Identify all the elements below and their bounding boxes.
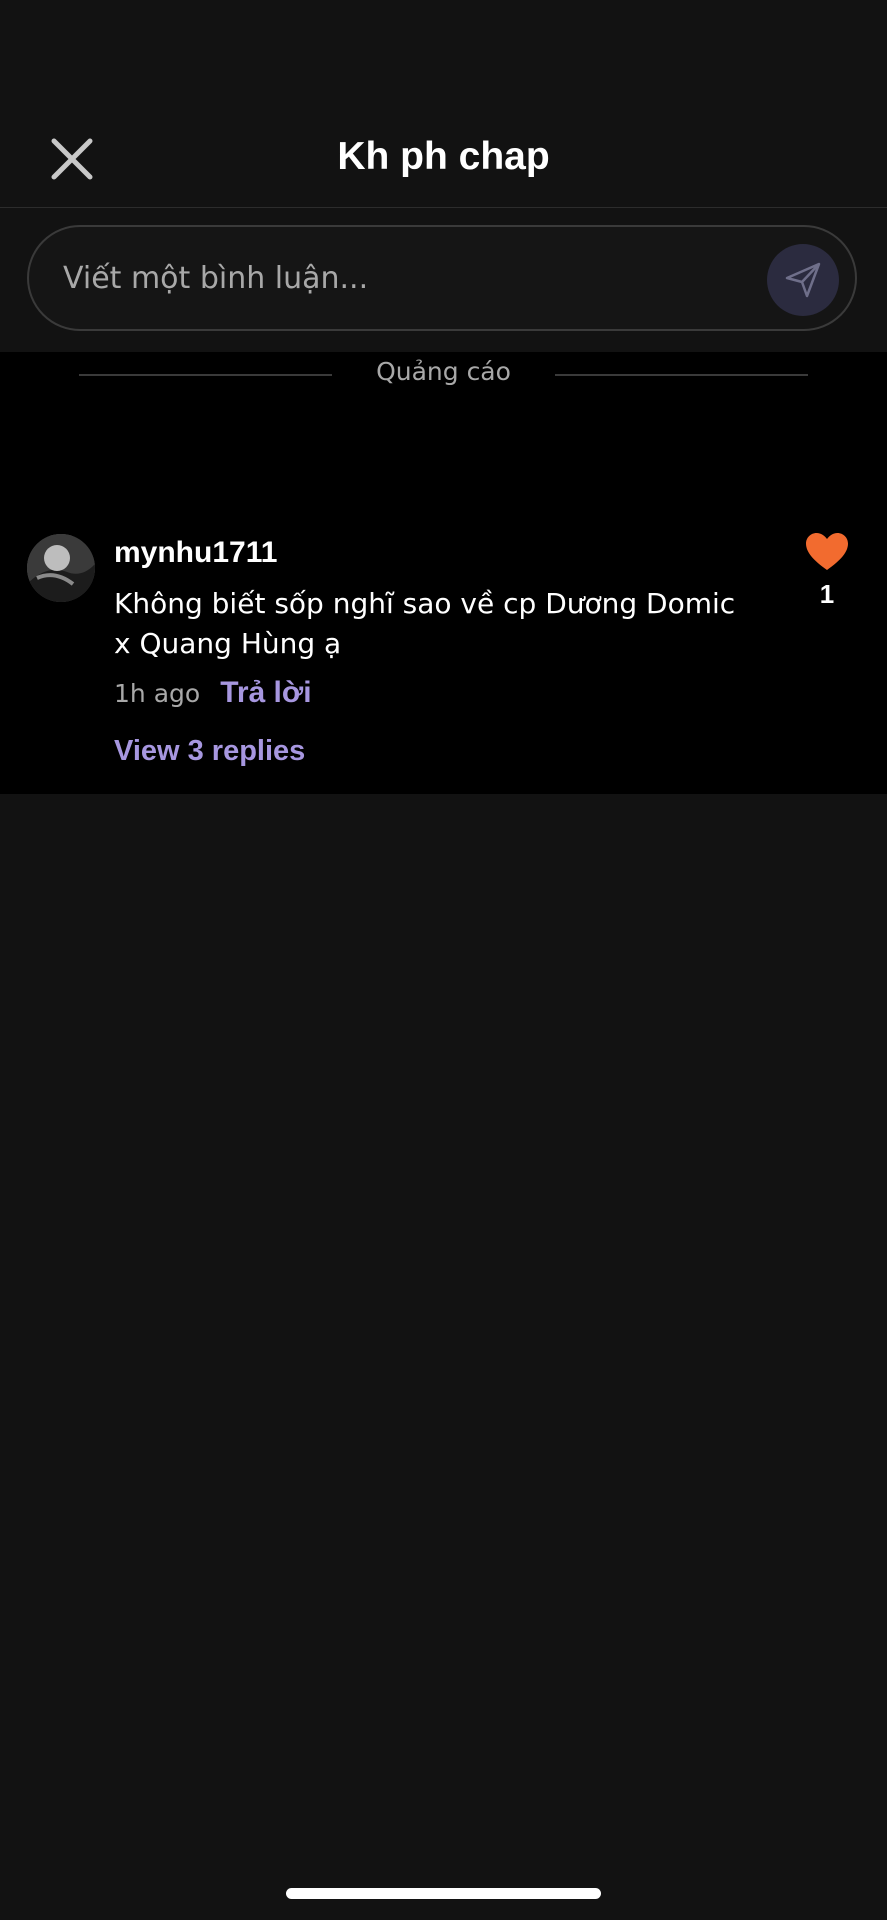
comments-list: Quảng cáo mynhu1711 Không biết sốp nghĩ … <box>0 352 887 794</box>
page-title: Kh ph chap <box>337 135 550 178</box>
home-indicator[interactable] <box>286 1888 601 1899</box>
avatar-image <box>27 534 95 602</box>
comment-input[interactable] <box>63 227 743 329</box>
comment-timestamp: 1h ago <box>114 679 201 708</box>
comment-text: Không biết sốp nghĩ sao về cp Dương Domi… <box>114 587 736 660</box>
reply-button[interactable]: Trả lời <box>220 676 311 710</box>
comment-username[interactable]: mynhu1711 <box>114 536 277 570</box>
ad-label: Quảng cáo <box>376 357 511 386</box>
header: Kh ph chap <box>0 0 887 208</box>
ad-divider: Quảng cáo <box>0 352 887 400</box>
heart-icon <box>806 533 848 570</box>
comment-input-bar <box>0 208 887 352</box>
send-icon <box>785 262 821 298</box>
divider <box>555 374 808 376</box>
comments-screen: Kh ph chap Quảng cáo <box>0 0 887 1920</box>
like-count: 1 <box>819 579 835 609</box>
send-button[interactable] <box>767 244 839 316</box>
comment-meta: 1h ago Trả lời <box>114 676 312 710</box>
avatar[interactable] <box>27 534 95 602</box>
view-replies-button[interactable]: View 3 replies <box>114 735 305 768</box>
comment-input-container <box>27 225 857 331</box>
like-button[interactable]: 1 <box>800 532 854 610</box>
